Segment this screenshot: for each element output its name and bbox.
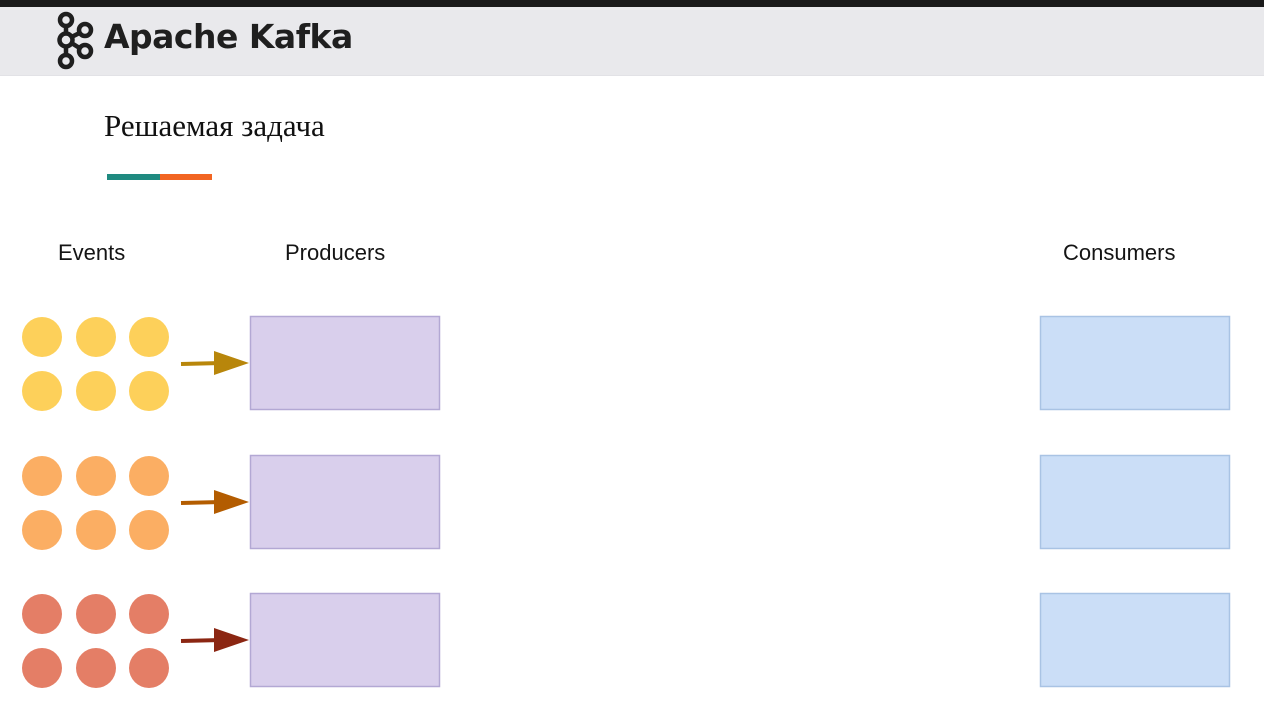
event-dot: [22, 510, 62, 550]
event-dot: [129, 371, 169, 411]
event-dot: [22, 648, 62, 688]
producer-box-3: [249, 592, 441, 688]
event-dot: [76, 648, 116, 688]
event-dot: [22, 594, 62, 634]
event-dot: [129, 510, 169, 550]
consumer-box-3: [1039, 592, 1231, 688]
diagram: [22, 315, 1231, 688]
event-dot: [76, 317, 116, 357]
event-dot: [76, 371, 116, 411]
event-dot: [129, 594, 169, 634]
arrow-2-head: [214, 490, 249, 514]
event-dot: [129, 317, 169, 357]
arrow-3-head: [214, 628, 249, 652]
event-dot: [76, 456, 116, 496]
consumer-box-1: [1039, 315, 1231, 411]
arrow-1-head: [214, 351, 249, 375]
event-dot: [76, 510, 116, 550]
slide: Apache Kafka Решаемая задача Events Prod…: [0, 7, 1264, 721]
event-dot: [129, 456, 169, 496]
event-dot: [76, 594, 116, 634]
producer-box-1: [249, 315, 441, 411]
event-dot: [22, 317, 62, 357]
event-dot: [129, 648, 169, 688]
event-dot: [22, 456, 62, 496]
consumer-box-2: [1039, 454, 1231, 550]
event-dot: [22, 371, 62, 411]
producer-box-2: [249, 454, 441, 550]
